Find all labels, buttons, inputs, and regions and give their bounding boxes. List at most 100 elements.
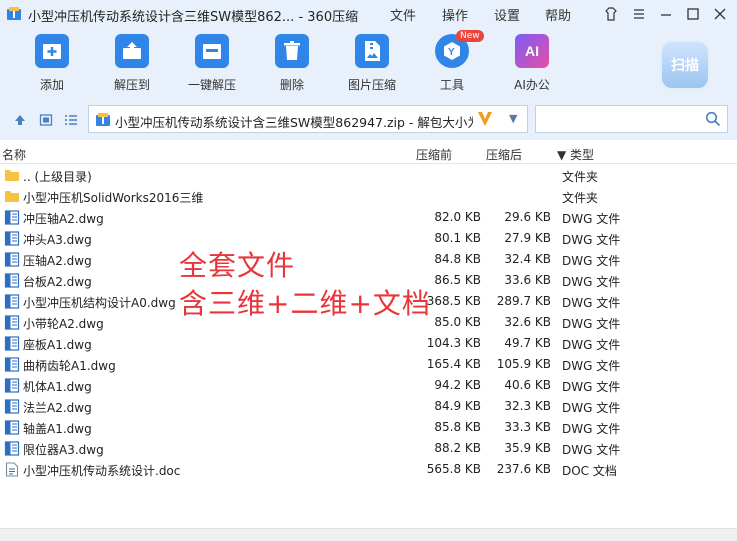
- packed-size: 85.8 KB: [434, 420, 481, 434]
- column-unpacked-size[interactable]: 压缩后: [486, 146, 522, 163]
- file-type: DWG 文件: [562, 296, 621, 310]
- menu-file[interactable]: 文件: [390, 5, 416, 24]
- dwg-file-icon: [4, 273, 20, 288]
- unpacked-size: 32.3 KB: [504, 399, 551, 413]
- view-list-icon[interactable]: [63, 112, 79, 128]
- search-icon[interactable]: [705, 111, 721, 127]
- horizontal-scrollbar[interactable]: [0, 528, 737, 541]
- packed-size: 165.4 KB: [426, 357, 481, 371]
- extract-to-button[interactable]: 解压到: [92, 34, 172, 93]
- menu-settings[interactable]: 设置: [494, 5, 520, 24]
- search-input[interactable]: [535, 105, 728, 133]
- delete-button[interactable]: 删除: [252, 34, 332, 93]
- file-type: DWG 文件: [562, 275, 621, 289]
- dwg-file-icon: [4, 378, 20, 393]
- add-label: 添加: [39, 78, 64, 92]
- dwg-file-icon: [4, 357, 20, 372]
- minimize-icon[interactable]: [657, 5, 675, 23]
- list-item[interactable]: 座板A1.dwg 104.3 KB 49.7 KB DWG 文件: [0, 333, 737, 354]
- add-icon: [35, 34, 69, 68]
- unpacked-size: 40.6 KB: [504, 378, 551, 392]
- scan-label: 扫描: [671, 58, 699, 74]
- unpacked-size: 33.3 KB: [504, 420, 551, 434]
- promo-text-line2: 含三维+二维+文档: [179, 287, 431, 320]
- file-name: 压轴A2.dwg: [23, 254, 92, 268]
- one-click-extract-icon: [195, 34, 229, 68]
- maximize-icon[interactable]: [684, 5, 702, 23]
- svg-text:Y: Y: [448, 47, 455, 58]
- packed-size: 104.3 KB: [426, 336, 481, 350]
- chevron-down-icon[interactable]: ▼: [509, 112, 517, 125]
- packed-size: 84.8 KB: [434, 252, 481, 266]
- image-compress-label: 图片压缩: [347, 78, 396, 92]
- one-click-extract-button[interactable]: 一键解压: [172, 34, 252, 93]
- image-compress-button[interactable]: 图片压缩: [332, 34, 412, 93]
- tools-label: 工具: [439, 78, 464, 92]
- menu-operation[interactable]: 操作: [442, 5, 468, 24]
- file-name: 小型冲压机SolidWorks2016三维: [23, 191, 204, 205]
- unpacked-size: 35.9 KB: [504, 441, 551, 455]
- list-item[interactable]: 机体A1.dwg 94.2 KB 40.6 KB DWG 文件: [0, 375, 737, 396]
- ai-office-label: AI办公: [514, 78, 550, 92]
- list-item[interactable]: 压轴A2.dwg 84.8 KB 32.4 KB DWG 文件: [0, 249, 737, 270]
- delete-label: 删除: [279, 78, 304, 92]
- file-list-header: 名称 压缩前 压缩后 ▼ 类型: [0, 142, 737, 164]
- column-type[interactable]: ▼ 类型: [557, 146, 594, 163]
- close-icon[interactable]: [711, 5, 729, 23]
- address-bar: 小型冲压机传动系统设计含三维SW模型862947.zip - 解包大小为 16.…: [0, 100, 737, 140]
- list-item[interactable]: 小型冲压机SolidWorks2016三维 文件夹: [0, 186, 737, 207]
- unpacked-size: 49.7 KB: [504, 336, 551, 350]
- menu-help[interactable]: 帮助: [545, 5, 571, 24]
- dwg-file-icon: [4, 399, 20, 414]
- dwg-file-icon: [4, 441, 20, 456]
- file-type: 文件夹: [562, 191, 599, 205]
- column-name[interactable]: 名称: [2, 146, 26, 163]
- file-type: DWG 文件: [562, 443, 621, 457]
- tools-button[interactable]: Y New 工具: [412, 30, 492, 93]
- file-name: 座板A1.dwg: [23, 338, 92, 352]
- file-type: DWG 文件: [562, 380, 621, 394]
- list-item[interactable]: .. (上级目录) 文件夹: [0, 165, 737, 186]
- packed-size: 88.2 KB: [434, 441, 481, 455]
- list-item[interactable]: 限位器A3.dwg 88.2 KB 35.9 KB DWG 文件: [0, 438, 737, 459]
- list-item[interactable]: 冲头A3.dwg 80.1 KB 27.9 KB DWG 文件: [0, 228, 737, 249]
- dwg-file-icon: [4, 336, 20, 351]
- unpacked-size: 237.6 KB: [496, 462, 551, 476]
- file-type: DOC 文档: [562, 464, 617, 478]
- list-item[interactable]: 轴盖A1.dwg 85.8 KB 33.3 KB DWG 文件: [0, 417, 737, 438]
- file-type: DWG 文件: [562, 317, 621, 331]
- file-type: DWG 文件: [562, 233, 621, 247]
- file-name: 机体A1.dwg: [23, 380, 92, 394]
- file-name: 法兰A2.dwg: [23, 401, 92, 415]
- skin-icon[interactable]: [602, 5, 620, 23]
- file-type: DWG 文件: [562, 212, 621, 226]
- scan-button[interactable]: 扫描: [660, 40, 710, 90]
- packed-size: 82.0 KB: [434, 210, 481, 224]
- add-button[interactable]: 添加: [12, 34, 92, 93]
- title-bar: 小型冲压机传动系统设计含三维SW模型862... - 360压缩 文件 操作 设…: [0, 0, 737, 28]
- promo-text-line1: 全套文件: [179, 249, 296, 282]
- file-type: DWG 文件: [562, 401, 621, 415]
- file-type: 文件夹: [562, 170, 599, 184]
- path-field[interactable]: 小型冲压机传动系统设计含三维SW模型862947.zip - 解包大小为 16.…: [88, 105, 528, 133]
- one-click-extract-label: 一键解压: [187, 78, 236, 92]
- file-name: 轴盖A1.dwg: [23, 422, 92, 436]
- folder-icon: [5, 191, 19, 202]
- list-item[interactable]: 曲柄齿轮A1.dwg 165.4 KB 105.9 KB DWG 文件: [0, 354, 737, 375]
- list-item[interactable]: 小型冲压机传动系统设计.doc 565.8 KB 237.6 KB DOC 文档: [0, 459, 737, 480]
- list-item[interactable]: 冲压轴A2.dwg 82.0 KB 29.6 KB DWG 文件: [0, 207, 737, 228]
- packed-size: 565.8 KB: [426, 462, 481, 476]
- toolbar: 添加 解压到 一键解压 删除 图片压缩 Y New 工具 AI AI办公 扫描: [0, 28, 737, 100]
- packed-size: 85.0 KB: [434, 315, 481, 329]
- file-type: DWG 文件: [562, 422, 621, 436]
- ai-office-button[interactable]: AI AI办公: [492, 34, 572, 93]
- checkmark-icon: [478, 112, 492, 126]
- unpacked-size: 105.9 KB: [496, 357, 551, 371]
- menu-icon[interactable]: [630, 5, 648, 23]
- view-thumbnail-icon[interactable]: [38, 112, 54, 128]
- up-arrow-icon[interactable]: [12, 112, 28, 128]
- list-item[interactable]: 法兰A2.dwg 84.9 KB 32.3 KB DWG 文件: [0, 396, 737, 417]
- file-type: DWG 文件: [562, 338, 621, 352]
- column-packed-size[interactable]: 压缩前: [416, 146, 452, 163]
- zip-file-icon: [96, 113, 110, 126]
